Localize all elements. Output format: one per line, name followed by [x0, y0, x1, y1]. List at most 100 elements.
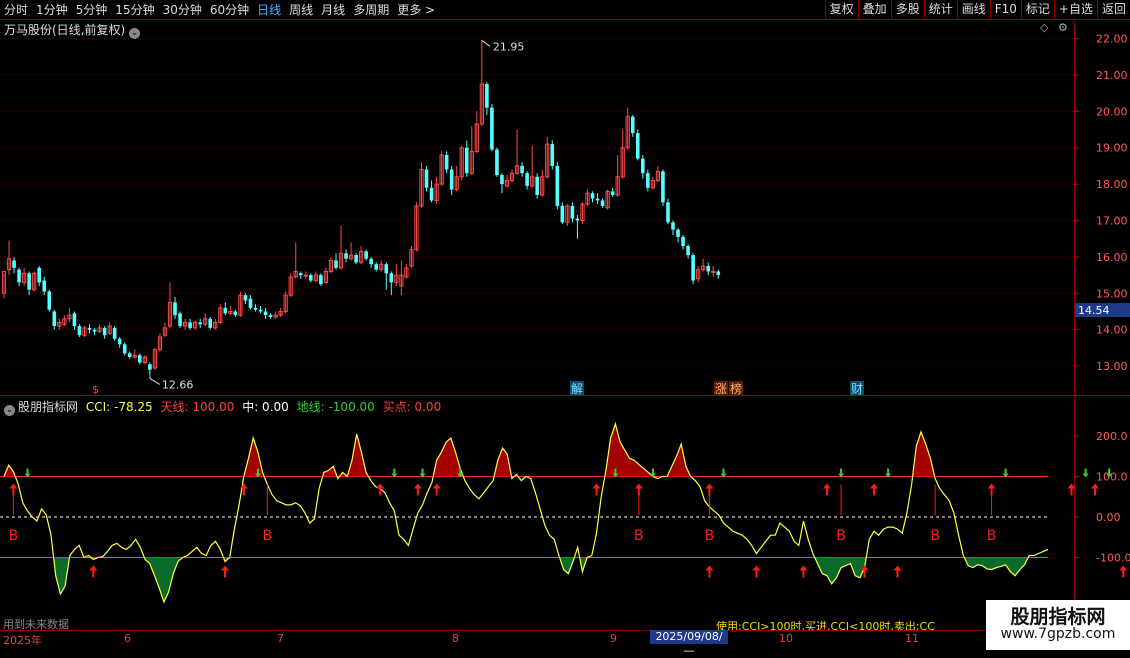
buy-arrow [221, 565, 230, 578]
price-tick-label: 17.00 [1096, 215, 1128, 228]
candle-body-down [550, 144, 555, 166]
candle-body-down [691, 255, 695, 281]
time-label: 9 [610, 632, 617, 645]
candle-body-down [560, 205, 565, 223]
price-tick-label: 16.00 [1096, 251, 1128, 264]
candle-body-down [424, 169, 429, 188]
candle-body-down [253, 307, 258, 310]
candle-body-down [198, 322, 202, 325]
candle-body-down [298, 273, 303, 276]
time-label: 6 [124, 632, 131, 645]
candle-body-down [686, 245, 690, 256]
event-marker: 榜 [730, 381, 742, 396]
buy-signal-label: B [836, 528, 846, 544]
candle-body-down [500, 175, 504, 185]
price-tick-label: 18.00 [1096, 178, 1128, 191]
candle-body-down [258, 309, 263, 312]
buy-arrow [432, 483, 441, 496]
candle-body-down [42, 280, 47, 292]
candle-body-up [303, 274, 308, 277]
time-axis: 2025年 6 7 8 9 10 11 [0, 630, 1074, 647]
price-tick-label: 20.00 [1096, 105, 1128, 118]
candle-body-down [102, 327, 107, 336]
chart-canvas[interactable]: 22.00 21.00 20.00 19.00 18.00 17.00 16.00 15.00… [0, 0, 1130, 650]
cci-overbought-fill [604, 423, 653, 477]
price-tick-label: 19.00 [1096, 142, 1128, 155]
candle-body-down [535, 176, 539, 196]
buy-signal-label: B [930, 528, 940, 544]
candle-body-down [344, 253, 348, 259]
candle-body-down [449, 169, 454, 190]
buy-arrow [893, 565, 902, 578]
candle-body-down [520, 165, 524, 174]
candle-body-down [117, 338, 122, 345]
candle-body-down [364, 251, 368, 259]
event-marker: 财 [851, 382, 863, 396]
candle-body-down [188, 322, 192, 328]
high-pointer [481, 39, 491, 47]
candle-body-down [595, 198, 600, 201]
candle-body-down [87, 327, 92, 330]
candle-body-down [112, 327, 117, 339]
candle-body-down [223, 307, 228, 314]
candle-body-down [52, 311, 57, 327]
indicator-header: ⌄ 股朋指标网 CCI: -78.25 天线: 100.00 中: 0.00 地线… [4, 398, 441, 416]
candle-body-down [716, 271, 721, 276]
candle-body-down [555, 165, 560, 206]
selected-date: 2025/09/08/— [650, 630, 728, 657]
cci-oversold-fill [814, 557, 867, 584]
candle-body-down [178, 313, 182, 327]
event-marker: 涨 [715, 381, 727, 396]
buy-arrow [799, 565, 808, 578]
candle-body-down [354, 255, 358, 263]
candle-body-down [630, 116, 635, 134]
candle-body-down [243, 295, 248, 301]
candle-body-down [676, 229, 680, 237]
candle-body-down [570, 205, 575, 219]
candle-body-down [429, 187, 434, 201]
cci-label: CCI: -78.25 [85, 400, 153, 414]
candle-body-down [369, 258, 373, 265]
price-tick-label: 14.00 [1096, 324, 1128, 337]
time-label: 11 [905, 632, 919, 645]
price-tick-label: 22.00 [1096, 33, 1128, 46]
candle-body-down [590, 193, 595, 199]
buy-arrow [1119, 565, 1128, 578]
watermark: 股朋指标网 www.7gpzb.com [986, 600, 1130, 650]
candle-body-down [706, 266, 710, 272]
candle-body-down [525, 173, 529, 186]
buy-label: 买点: 0.00 [382, 400, 442, 414]
ground-label: 地线: -100.00 [296, 400, 375, 414]
candle-body-down [661, 171, 665, 203]
buy-signal-label: B [263, 528, 273, 544]
time-label: 7 [277, 632, 284, 645]
time-label: 2025年 [3, 634, 42, 647]
event-marker: 解 [571, 382, 583, 396]
candle-body-down [666, 202, 670, 223]
buy-arrow [822, 483, 831, 496]
indicator-name: 股朋指标网 [18, 400, 79, 414]
cci-tick-label: 100.0 [1096, 471, 1128, 484]
candle-body-down [635, 133, 640, 159]
buy-signal-label: B [634, 528, 644, 544]
low-pointer [149, 378, 161, 385]
candle-body-down [77, 326, 82, 336]
candle-body-down [575, 218, 580, 221]
buy-arrow [705, 565, 714, 578]
candle-body-down [309, 275, 313, 281]
sky-label: 天线: 100.00 [160, 400, 235, 414]
buy-signal-label: B [705, 528, 715, 544]
candle-body-down [495, 149, 499, 175]
candle-body-down [248, 298, 253, 308]
price-tick-label: 21.00 [1096, 69, 1128, 82]
candle-body-down [384, 264, 389, 274]
candle-body-down [610, 191, 615, 196]
candle-body-down [148, 364, 152, 370]
chevron-down-icon[interactable]: ⌄ [4, 405, 15, 416]
candle-body-down [138, 355, 142, 363]
watermark-url: www.7gpzb.com [1000, 626, 1116, 642]
candle-body-down [334, 260, 338, 268]
current-price-label: 14.54 [1078, 304, 1110, 317]
candle-body-down [490, 107, 494, 150]
candle-body-down [646, 173, 650, 188]
